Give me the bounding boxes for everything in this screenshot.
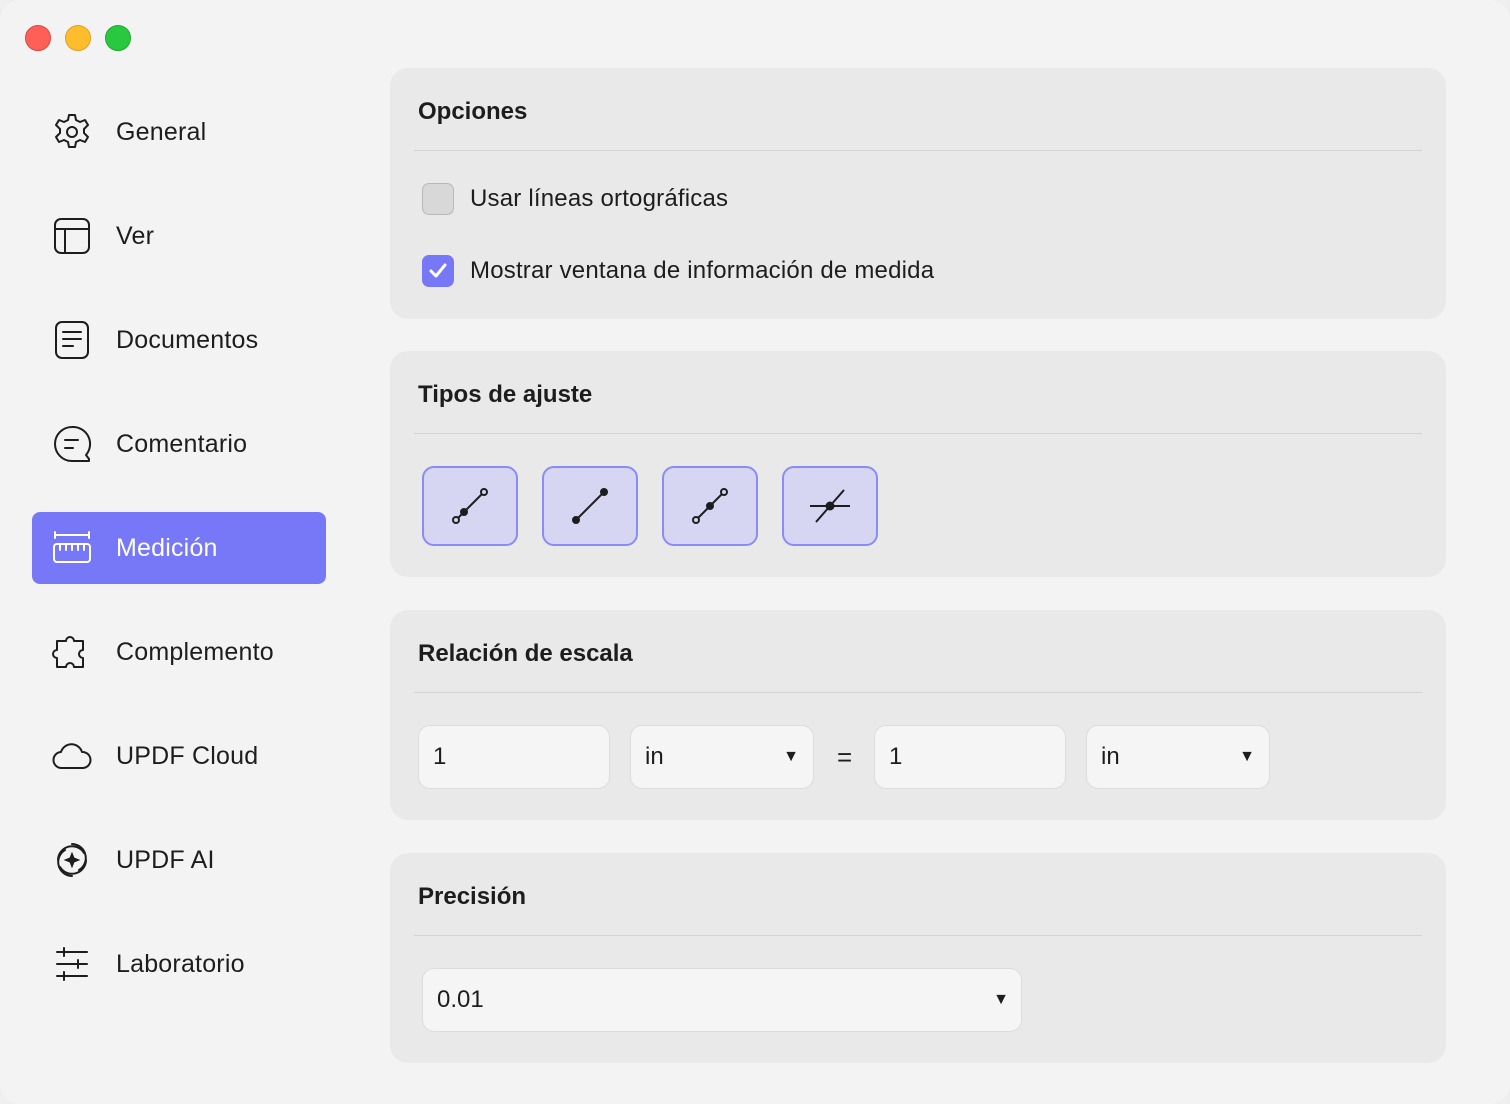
- chevron-down-icon: ▼: [993, 991, 1009, 1008]
- sidebar-item-updf-cloud[interactable]: UPDF Cloud: [32, 720, 326, 792]
- sliders-icon: [50, 942, 94, 986]
- cloud-icon: [50, 734, 94, 778]
- sidebar-item-updf-ai[interactable]: UPDF AI: [32, 824, 326, 896]
- snap-to-intersection-button[interactable]: [782, 466, 878, 546]
- document-icon: [50, 318, 94, 362]
- snap-to-path-button[interactable]: [422, 466, 518, 546]
- snap-types-divider: [414, 433, 1422, 434]
- show-measure-info-option[interactable]: Mostrar ventana de información de medida: [422, 255, 934, 287]
- options-title: Opciones: [418, 98, 528, 125]
- precision-title: Precisión: [418, 883, 527, 910]
- sidebar-item-complemento[interactable]: Complemento: [32, 616, 326, 688]
- orthographic-lines-label: Usar líneas ortográficas: [470, 185, 729, 212]
- checkmark-icon: [429, 263, 447, 278]
- scale-right-value-input[interactable]: 1: [874, 725, 1066, 789]
- sidebar-item-general[interactable]: General: [32, 96, 326, 168]
- gear-icon: [50, 110, 94, 154]
- sidebar-item-label: Ver: [116, 221, 155, 250]
- zoom-window-button[interactable]: [105, 25, 131, 51]
- snap-to-intersection-icon: [810, 489, 850, 523]
- minimize-window-button[interactable]: [65, 25, 91, 51]
- scale-right-unit: in: [1101, 743, 1120, 770]
- scale-right-unit-select[interactable]: in ▼: [1086, 725, 1270, 789]
- snap-types-panel: Tipos de ajuste: [390, 351, 1446, 577]
- orthographic-lines-checkbox[interactable]: [422, 183, 454, 215]
- window-controls: [25, 25, 131, 51]
- ruler-icon: [50, 526, 94, 570]
- preferences-window: General Ver Documentos Comentario Medici…: [0, 0, 1510, 1104]
- sidebar-item-label: UPDF Cloud: [116, 741, 259, 770]
- snap-to-endpoint-icon: [572, 488, 608, 524]
- snap-to-midpoint-button[interactable]: [662, 466, 758, 546]
- scale-ratio-divider: [414, 692, 1422, 693]
- scale-left-unit: in: [645, 743, 664, 770]
- chevron-down-icon: ▼: [783, 748, 799, 765]
- show-measure-info-label: Mostrar ventana de información de medida: [470, 257, 935, 284]
- show-measure-info-checkbox[interactable]: [422, 255, 454, 287]
- precision-select[interactable]: 0.01 ▼: [422, 968, 1022, 1032]
- precision-divider: [414, 935, 1422, 936]
- scale-left-unit-select[interactable]: in ▼: [630, 725, 814, 789]
- layout-icon: [50, 214, 94, 258]
- sidebar-item-label: General: [116, 117, 207, 146]
- sidebar: General Ver Documentos Comentario Medici…: [32, 96, 326, 1032]
- sidebar-item-comentario[interactable]: Comentario: [32, 408, 326, 480]
- chevron-down-icon: ▼: [1239, 748, 1255, 765]
- snap-to-endpoint-button[interactable]: [542, 466, 638, 546]
- sidebar-item-label: Laboratorio: [116, 949, 245, 978]
- options-panel: Opciones Usar líneas ortográficas Mostra…: [390, 68, 1446, 319]
- scale-ratio-panel: Relación de escala 1 in ▼ = 1 in ▼: [390, 610, 1446, 820]
- snap-types-title: Tipos de ajuste: [418, 381, 593, 408]
- comment-icon: [50, 422, 94, 466]
- sidebar-item-label: Complemento: [116, 637, 274, 666]
- scale-right-value: 1: [889, 743, 903, 770]
- close-window-button[interactable]: [25, 25, 51, 51]
- sidebar-item-ver[interactable]: Ver: [32, 200, 326, 272]
- scale-left-value: 1: [433, 743, 447, 770]
- scale-ratio-title: Relación de escala: [418, 640, 633, 667]
- sidebar-item-laboratorio[interactable]: Laboratorio: [32, 928, 326, 1000]
- options-divider: [414, 150, 1422, 151]
- orthographic-lines-option[interactable]: Usar líneas ortográficas: [422, 183, 728, 215]
- sidebar-item-label: Documentos: [116, 325, 259, 354]
- snap-to-midpoint-icon: [692, 488, 728, 524]
- equals-sign: =: [837, 742, 853, 772]
- puzzle-icon: [50, 630, 94, 674]
- sidebar-item-label: UPDF AI: [116, 845, 215, 874]
- scale-left-value-input[interactable]: 1: [418, 725, 610, 789]
- ai-icon: [50, 838, 94, 882]
- precision-panel: Precisión 0.01 ▼: [390, 853, 1446, 1063]
- precision-value: 0.01: [437, 986, 484, 1013]
- sidebar-item-label: Comentario: [116, 429, 248, 458]
- sidebar-item-label: Medición: [116, 533, 218, 562]
- sidebar-item-documentos[interactable]: Documentos: [32, 304, 326, 376]
- snap-to-path-icon: [452, 488, 488, 524]
- sidebar-item-medicion[interactable]: Medición: [32, 512, 326, 584]
